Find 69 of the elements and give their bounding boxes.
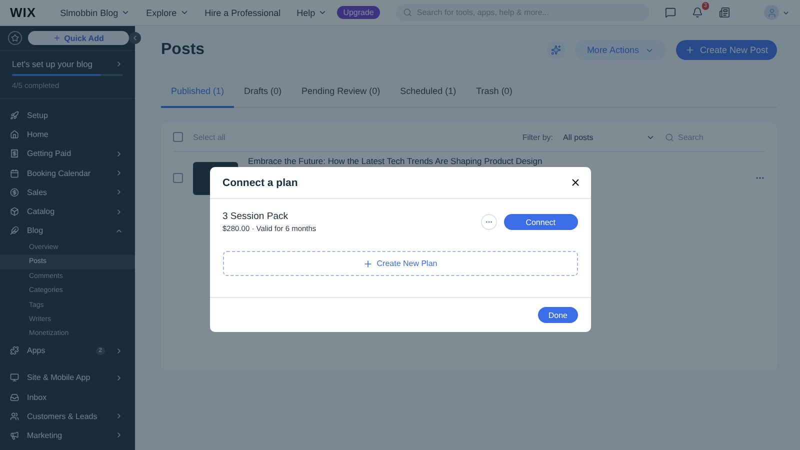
newspaper-icon (719, 7, 730, 18)
star-icon (11, 34, 19, 42)
plan-name: 3 Session Pack (222, 211, 289, 222)
connect-button[interactable]: Connect (504, 214, 578, 230)
sparkle-icon (550, 45, 561, 55)
dollar-icon (10, 188, 19, 197)
checkbox[interactable] (173, 132, 183, 142)
sidebar-item[interactable]: Marketing (0, 426, 135, 445)
chat-icon (665, 7, 676, 18)
sidebar-item[interactable]: Sales (0, 182, 135, 202)
post-title[interactable]: Embrace the Future: How the Latest Tech Trends Are Shaping Product Design (248, 156, 745, 166)
calendar-icon (10, 168, 19, 178)
create-plan-button[interactable]: Create New Plan (222, 251, 578, 276)
plus-icon (362, 258, 373, 268)
sidebar-item[interactable]: Site & Mobile App (0, 368, 135, 388)
tab[interactable]: Published (1) (161, 78, 234, 108)
box-icon (10, 207, 19, 216)
puzzle-icon (10, 346, 19, 356)
avatar[interactable] (764, 5, 779, 20)
tab[interactable]: Scheduled (1) (390, 78, 466, 108)
receipt-icon (10, 149, 19, 158)
done-button[interactable]: Done (538, 307, 578, 323)
filter-dropdown[interactable]: All posts (563, 132, 655, 142)
search-icon (402, 8, 412, 17)
dialog-title: Connect a plan (222, 176, 298, 188)
filter-label: Filter by: (522, 132, 553, 142)
sidebar-item[interactable]: Booking Calendar (0, 164, 135, 183)
megaphone-icon (10, 430, 19, 440)
inbox-icon (10, 392, 19, 402)
search-icon (665, 132, 674, 142)
top-menu-item[interactable]: Hire a Professional (204, 8, 281, 18)
user-icon (766, 8, 776, 18)
chevron-left-icon (131, 34, 139, 42)
sidebar-item[interactable]: Setup (0, 106, 135, 126)
create-post-button[interactable]: Create New Post (676, 40, 777, 60)
tab[interactable]: Drafts (0) (234, 78, 292, 108)
sidebar-item[interactable]: Customers & Leads (0, 406, 135, 426)
site-menu[interactable]: Slmobbin Blog (60, 8, 130, 18)
setup-title[interactable]: Let's set up your blog (12, 59, 93, 69)
checkbox[interactable] (173, 173, 183, 183)
chevron-down-icon (121, 8, 130, 17)
top-menu-item[interactable]: Explore (146, 8, 189, 18)
collapse-button[interactable] (129, 32, 141, 44)
feather-icon (10, 226, 19, 236)
sparkle-button[interactable] (546, 41, 565, 59)
close-icon (570, 177, 580, 188)
quick-add-button[interactable]: Quick Add (28, 31, 129, 45)
page-title: Posts (161, 41, 206, 59)
plus-icon (53, 34, 62, 42)
sidebar-item[interactable]: Catalog (0, 202, 135, 222)
chevron-right-icon (115, 60, 123, 68)
sidebar-item[interactable]: Getting Paid (0, 144, 135, 164)
bell-icon (692, 7, 703, 18)
more-button[interactable] (480, 214, 497, 230)
rocket-icon (10, 111, 19, 120)
tab[interactable]: Trash (0) (466, 78, 522, 108)
tab[interactable]: Pending Review (0) (292, 78, 390, 108)
wix-logo[interactable]: WIX (10, 5, 36, 20)
monitor-icon (10, 373, 19, 382)
sidebar-item[interactable]: Home (0, 125, 135, 144)
home-icon (10, 130, 19, 140)
more-actions-button[interactable]: More Actions (574, 40, 666, 60)
sidebar-item[interactable]: Inbox (0, 387, 135, 407)
star-button[interactable] (8, 31, 22, 45)
upgrade-button[interactable]: Upgrade (337, 6, 380, 19)
plus-icon (684, 45, 695, 55)
top-menu-item[interactable]: Help (296, 8, 328, 18)
sidebar-item[interactable]: Blog (0, 221, 135, 240)
users-icon (10, 412, 19, 421)
